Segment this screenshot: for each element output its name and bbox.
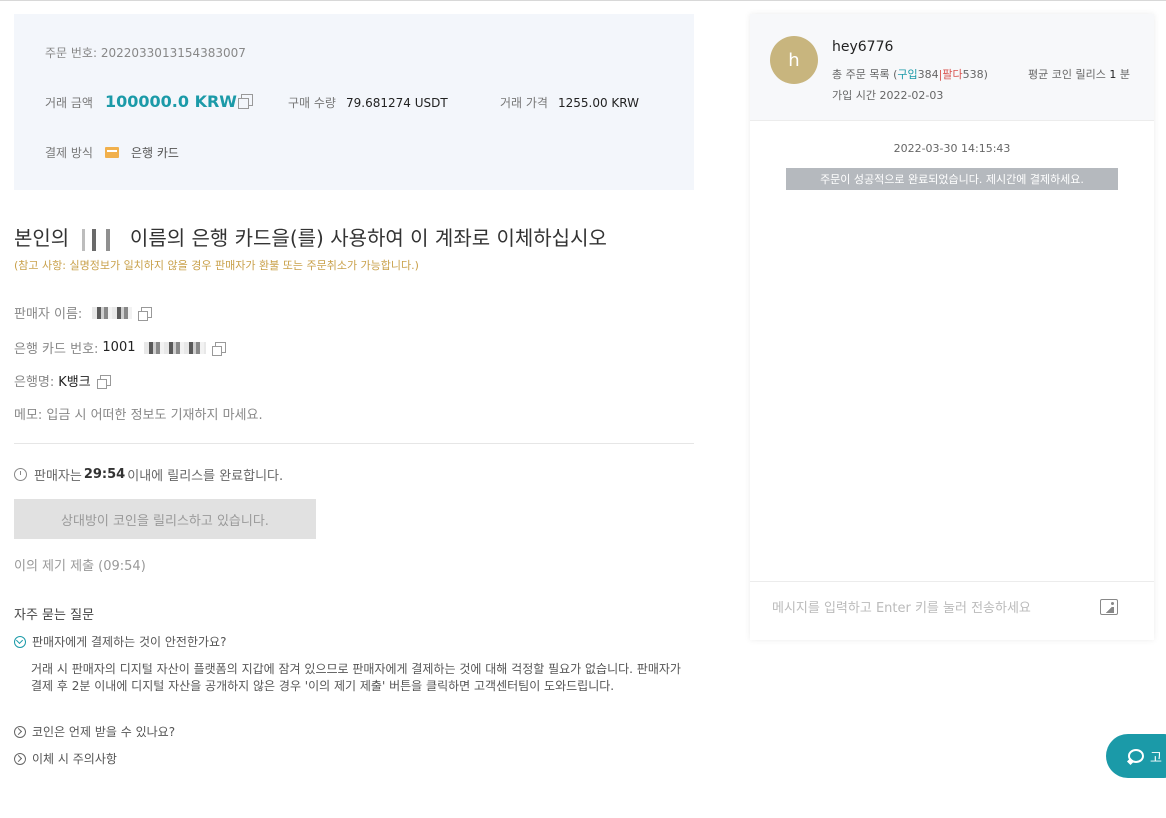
releasing-status-button[interactable]: 상대방이 코인을 릴리스하고 있습니다. <box>14 499 316 539</box>
bank-card-icon <box>104 147 119 158</box>
trade-amount: 거래 금액 100000.0 KRW <box>45 92 253 111</box>
order-number-label: 주문 번호: <box>45 46 98 60</box>
card-number-row: 은행 카드 번호: 1001 <box>14 338 226 357</box>
release-suffix: 이내에 릴리스를 완료합니다. <box>127 469 284 484</box>
chevron-right-icon <box>14 725 26 738</box>
payment-method: 결제 방식 은행 카드 <box>45 144 179 161</box>
order-number: 주문 번호: 2022033013154383007 <box>45 44 246 61</box>
bank-name-label: 은행명: <box>14 375 55 390</box>
trade-price: 거래 가격 1255.00 KRW <box>500 94 639 111</box>
chevron-down-icon <box>14 635 26 648</box>
card-number-value: 1001 <box>102 340 136 355</box>
copy-icon[interactable] <box>237 94 253 109</box>
purchase-quantity-value: 79.681274 USDT <box>345 96 448 110</box>
real-name-note: (참고 사항: 실명정보가 일치하지 않을 경우 판매자가 환불 또는 주문취소… <box>14 259 419 272</box>
system-message: 주문이 성공적으로 완료되었습니다. 제시간에 결제하세요. <box>786 168 1118 190</box>
order-info-panel: 주문 번호: 2022033013154383007 거래 금액 100000.… <box>14 14 694 190</box>
transfer-instruction-title: 본인의 이름의 은행 카드을(를) 사용하여 이 계좌로 이체하십시오 <box>14 222 607 251</box>
buy-label: 구입 <box>897 68 918 81</box>
chat-input-bar <box>750 581 1154 641</box>
trade-amount-value: 100000.0 KRW <box>104 92 237 111</box>
instruction-prefix: 본인의 <box>14 226 70 250</box>
chat-message-input[interactable] <box>770 600 1064 617</box>
purchase-quantity-label: 구매 수량 <box>288 96 336 110</box>
avg-release-value: 1 <box>1109 68 1117 81</box>
order-number-value: 2022033013154383007 <box>100 46 246 60</box>
chevron-right-icon <box>14 752 26 765</box>
image-upload-icon[interactable] <box>1100 599 1118 615</box>
avg-release-label: 평균 코인 릴리스 <box>1028 68 1106 81</box>
faq-item-when-receive[interactable]: 코인은 언제 받을 수 있나요? <box>14 723 175 740</box>
divider <box>14 443 694 444</box>
copy-icon[interactable] <box>138 307 153 321</box>
trade-price-value: 1255.00 KRW <box>557 96 640 110</box>
submit-dispute-link[interactable]: 이의 제기 제출 (09:54) <box>14 555 146 574</box>
orders-label: 총 주문 목록 ( <box>832 68 898 81</box>
release-prefix: 판매자는 <box>34 469 82 484</box>
order-stats: 총 주문 목록 (구입384|팔다538) <box>832 66 988 82</box>
support-label: 고 <box>1150 750 1162 766</box>
seller-name-row: 판매자 이름: <box>14 303 153 322</box>
stats-close: ) <box>983 68 988 81</box>
card-number-label: 은행 카드 번호: <box>14 342 99 357</box>
payment-method-value: 은행 카드 <box>130 146 179 160</box>
instruction-suffix: 이름의 은행 카드을(를) 사용하여 이 계좌로 이체하십시오 <box>129 226 607 250</box>
copy-icon[interactable] <box>211 342 226 356</box>
bank-name-row: 은행명: K뱅크 <box>14 371 111 390</box>
payment-method-label: 결제 방식 <box>45 146 93 160</box>
chat-bubble-icon <box>1128 749 1144 763</box>
faq-title: 자주 묻는 질문 <box>14 608 95 623</box>
buy-count: 384 <box>917 68 939 81</box>
avg-release-unit: 분 <box>1119 68 1130 81</box>
sell-label: 팔다 <box>942 68 963 81</box>
trade-price-label: 거래 가격 <box>500 96 548 110</box>
counterparty-username: hey6776 <box>832 39 894 55</box>
release-countdown: 29:54 <box>83 467 126 482</box>
sell-count: 538 <box>962 68 984 81</box>
avg-release-time: 평균 코인 릴리스 1 분 <box>1028 66 1130 82</box>
join-date: 가입 시간 2022-02-03 <box>832 89 944 102</box>
redacted-seller-name <box>92 306 133 319</box>
customer-support-button[interactable]: 고 <box>1106 734 1166 778</box>
chat-header: h hey6776 총 주문 목록 (구입384|팔다538) 평균 코인 릴리… <box>750 14 1154 121</box>
bank-name-value: K뱅크 <box>58 375 91 390</box>
memo: 메모: 입금 시 어떠한 정보도 기재하지 마세요. <box>14 408 263 423</box>
avatar: h <box>770 36 818 84</box>
chat-panel: h hey6776 총 주문 목록 (구입384|팔다538) 평균 코인 릴리… <box>750 14 1154 640</box>
redacted-name <box>75 228 124 251</box>
faq-question: 이체 시 주의사항 <box>32 752 117 766</box>
purchase-quantity: 구매 수량 79.681274 USDT <box>288 94 448 111</box>
faq-item-transfer-cautions[interactable]: 이체 시 주의사항 <box>14 750 117 767</box>
faq-question: 판매자에게 결제하는 것이 안전한가요? <box>32 635 227 649</box>
faq-item-safe-payment[interactable]: 판매자에게 결제하는 것이 안전한가요? <box>14 633 226 650</box>
copy-icon[interactable] <box>96 375 111 389</box>
seller-name-label: 판매자 이름: <box>14 307 83 322</box>
release-timer: 판매자는 29:54 이내에 릴리스를 완료합니다. <box>14 465 283 484</box>
clock-icon <box>14 468 27 481</box>
message-timestamp: 2022-03-30 14:15:43 <box>893 142 1011 155</box>
faq-question: 코인은 언제 받을 수 있나요? <box>32 725 176 739</box>
faq-answer: 거래 시 판매자의 디지털 자산이 플랫폼의 지갑에 잠겨 있으므로 판매자에게… <box>31 662 681 693</box>
trade-amount-label: 거래 금액 <box>45 96 93 110</box>
top-border <box>0 0 1166 1</box>
redacted-card-number <box>143 341 206 354</box>
